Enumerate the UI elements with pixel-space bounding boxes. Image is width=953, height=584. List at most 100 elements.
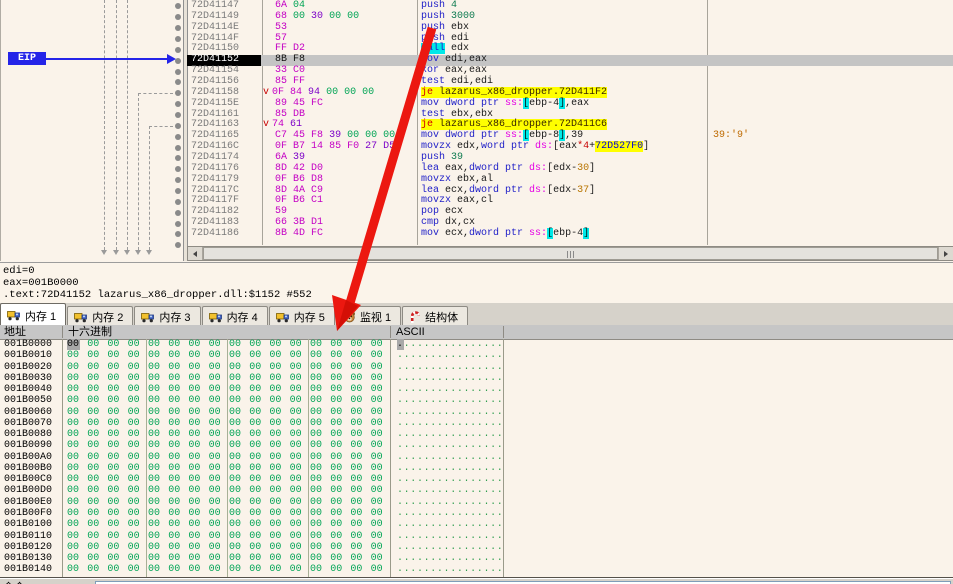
dump-byte[interactable]: 00	[330, 485, 343, 496]
dump-byte[interactable]: 00	[168, 463, 181, 474]
dump-byte[interactable]: 00	[229, 418, 242, 429]
dump-byte[interactable]: 00	[148, 485, 161, 496]
dump-byte[interactable]: 00	[249, 553, 262, 564]
dump-byte[interactable]: 00	[290, 339, 303, 350]
dump-byte[interactable]: 00	[87, 485, 100, 496]
dump-byte[interactable]: 00	[310, 362, 323, 373]
dump-byte[interactable]: 00	[330, 384, 343, 395]
dump-byte[interactable]: 00	[249, 542, 262, 553]
dump-byte[interactable]: 00	[209, 362, 222, 373]
dump-byte[interactable]: 00	[350, 497, 363, 508]
dump-row[interactable]: 001B0010 00. 00. 00. 00. 00. 00. 00. 00. 00. 00. 00…	[0, 350, 953, 361]
dump-byte[interactable]: 00	[269, 508, 282, 519]
dump-byte[interactable]: 00	[310, 452, 323, 463]
dump-byte[interactable]: 00	[290, 418, 303, 429]
dump-byte[interactable]: 00	[249, 452, 262, 463]
dump-byte[interactable]: 00	[188, 531, 201, 542]
dump-byte[interactable]: 00	[350, 350, 363, 361]
dump-row[interactable]: 001B0020 00. 00. 00. 00. 00. 00. 00. 00. 00. 00. 00…	[0, 362, 953, 373]
dump-byte[interactable]: 00	[330, 497, 343, 508]
dump-byte[interactable]: 00	[330, 463, 343, 474]
tab-memory-2[interactable]: 内存 2	[67, 306, 134, 325]
dump-byte[interactable]: 00	[209, 531, 222, 542]
dump-byte[interactable]: 00	[148, 362, 161, 373]
dump-byte[interactable]: 00	[148, 350, 161, 361]
dump-ascii-char[interactable]: .	[497, 474, 504, 485]
dump-byte[interactable]: 00	[107, 519, 120, 530]
dump-byte[interactable]: 00	[128, 362, 141, 373]
tab-memory-5[interactable]: 内存 5	[268, 306, 335, 325]
dump-row[interactable]: 001B0140 00. 00. 00. 00. 00. 00. 00. 00. 00. 00. 00…	[0, 564, 953, 575]
breakpoint-dot[interactable]	[175, 3, 181, 10]
dump-byte[interactable]: 00	[330, 531, 343, 542]
dump-byte[interactable]: 00	[350, 395, 363, 406]
dump-byte[interactable]: 00	[371, 339, 384, 350]
dump-row[interactable]: 001B0090 00. 00. 00. 00. 00. 00. 00. 00. 00. 00. 00…	[0, 440, 953, 451]
dump-byte[interactable]: 00	[290, 452, 303, 463]
dump-byte[interactable]: 00	[67, 384, 80, 395]
dump-byte[interactable]: 00	[269, 362, 282, 373]
dump-byte[interactable]: 00	[87, 463, 100, 474]
dump-row[interactable]: 001B0070 00. 00. 00. 00. 00. 00. 00. 00. 00. 00. 00…	[0, 418, 953, 429]
breakpoint-dot[interactable]	[175, 155, 181, 162]
dump-byte[interactable]: 00	[330, 508, 343, 519]
dump-byte[interactable]: 00	[330, 362, 343, 373]
dump-byte[interactable]: 00	[371, 542, 384, 553]
dump-byte[interactable]: 00	[269, 407, 282, 418]
dump-byte[interactable]: 00	[107, 362, 120, 373]
dump-byte[interactable]: 00	[310, 339, 323, 350]
dump-byte[interactable]: 00	[249, 395, 262, 406]
dump-byte[interactable]: 00	[249, 418, 262, 429]
dump-byte[interactable]: 00	[350, 429, 363, 440]
dump-byte[interactable]: 00	[371, 452, 384, 463]
dump-byte[interactable]: 00	[229, 497, 242, 508]
dump-byte[interactable]: 00	[290, 497, 303, 508]
breakpoint-dot[interactable]	[175, 188, 181, 195]
dump-byte[interactable]: 00	[229, 452, 242, 463]
dump-byte[interactable]: 00	[107, 497, 120, 508]
dump-byte[interactable]: 00	[107, 350, 120, 361]
dump-byte[interactable]: 00	[168, 440, 181, 451]
breakpoint-dot[interactable]	[175, 46, 181, 53]
breakpoint-dot[interactable]	[175, 177, 181, 184]
dump-byte[interactable]: 00	[148, 474, 161, 485]
dump-byte[interactable]: 00	[310, 531, 323, 542]
dump-byte[interactable]: 00	[168, 350, 181, 361]
dump-byte[interactable]: 00	[188, 553, 201, 564]
dump-byte[interactable]: 00	[310, 407, 323, 418]
dump-byte[interactable]: 00	[168, 452, 181, 463]
dump-byte[interactable]: 00	[330, 542, 343, 553]
dump-ascii-char[interactable]: .	[497, 485, 504, 496]
dump-byte[interactable]: 00	[107, 339, 120, 350]
dump-byte[interactable]: 00	[128, 418, 141, 429]
dump-byte[interactable]: 00	[168, 553, 181, 564]
dump-byte[interactable]: 00	[290, 384, 303, 395]
dump-byte[interactable]: 00	[67, 564, 80, 575]
dump-row[interactable]: 001B0120 00. 00. 00. 00. 00. 00. 00. 00. 00. 00. 00…	[0, 542, 953, 553]
dump-byte[interactable]: 00	[148, 531, 161, 542]
dump-byte[interactable]: 00	[269, 463, 282, 474]
dump-row[interactable]: 001B0050 00. 00. 00. 00. 00. 00. 00. 00. 00. 00. 00…	[0, 395, 953, 406]
dump-byte[interactable]: 00	[148, 407, 161, 418]
dump-byte[interactable]: 00	[310, 350, 323, 361]
dump-byte[interactable]: 00	[330, 395, 343, 406]
dump-byte[interactable]: 00	[350, 373, 363, 384]
dump-byte[interactable]: 00	[209, 339, 222, 350]
dump-byte[interactable]: 00	[188, 474, 201, 485]
dump-byte[interactable]: 00	[67, 350, 80, 361]
dump-byte[interactable]: 00	[371, 474, 384, 485]
dump-byte[interactable]: 00	[249, 519, 262, 530]
dump-ascii-char[interactable]: .	[497, 373, 504, 384]
dump-byte[interactable]: 00	[128, 350, 141, 361]
dump-byte[interactable]: 00	[229, 519, 242, 530]
dump-byte[interactable]: 00	[148, 553, 161, 564]
dump-byte[interactable]: 00	[249, 362, 262, 373]
breakpoint-dot[interactable]	[175, 220, 181, 227]
dump-byte[interactable]: 00	[290, 519, 303, 530]
dump-ascii-char[interactable]: .	[497, 553, 504, 564]
dump-byte[interactable]: 00	[107, 474, 120, 485]
breakpoint-dot[interactable]	[175, 112, 181, 118]
tab-watch-1[interactable]: 监视 1	[335, 306, 402, 325]
dump-byte[interactable]: 00	[87, 384, 100, 395]
dump-byte[interactable]: 00	[168, 384, 181, 395]
